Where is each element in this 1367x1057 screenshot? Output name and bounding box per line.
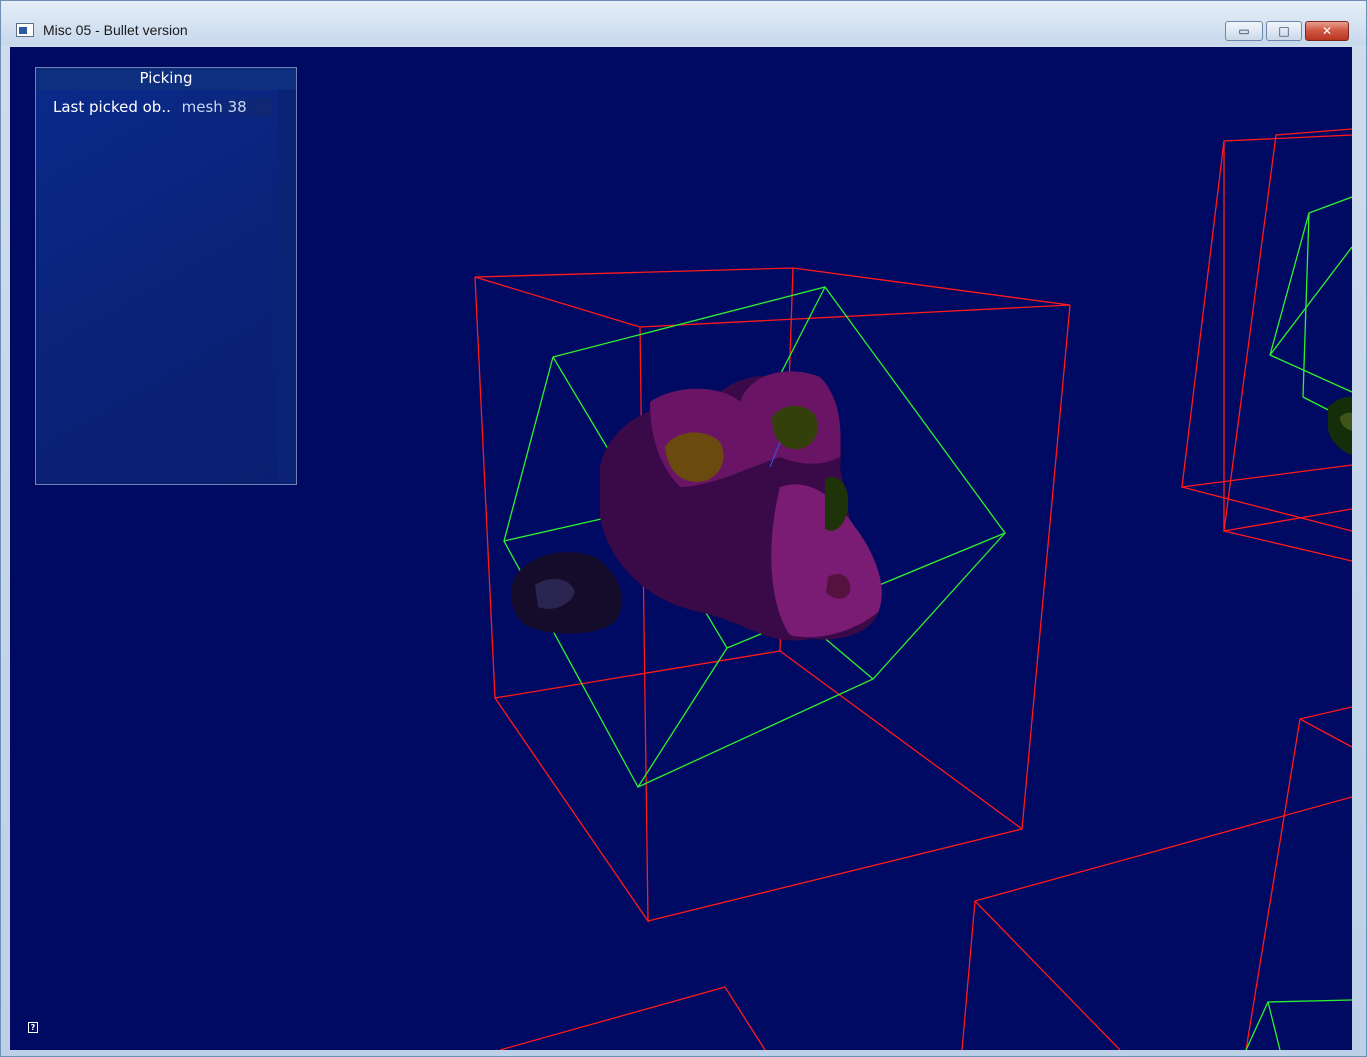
- bottom-right-bbox-edge: [974, 900, 1121, 1050]
- main-bbox-edge: [779, 650, 1023, 830]
- close-icon: ✕: [1321, 24, 1333, 38]
- close-button[interactable]: ✕: [1305, 21, 1349, 41]
- last-picked-label: Last picked ob..: [53, 98, 171, 116]
- mesh-bbox-edge: [503, 516, 611, 542]
- last-picked-value[interactable]: mesh 38: [175, 98, 271, 116]
- far-right-bbox: [1245, 706, 1352, 1050]
- right-bbox-edge: [1181, 486, 1352, 532]
- right-mesh-bbox: [1269, 196, 1352, 393]
- panel-scrollbar[interactable]: [278, 90, 296, 484]
- help-icon[interactable]: ?: [28, 1022, 38, 1033]
- last-picked-row: Last picked ob.. mesh 38: [53, 98, 271, 116]
- picked-mesh[interactable]: [511, 371, 882, 641]
- window-title: Misc 05 - Bullet version: [43, 22, 188, 38]
- bottom-mesh-bbox-edge: [1267, 1001, 1281, 1050]
- 3d-viewport[interactable]: Picking Last picked ob.. mesh 38 ?: [10, 47, 1352, 1050]
- title-bar[interactable]: Misc 05 - Bullet version ▭ □ ✕: [1, 1, 1366, 45]
- app-icon[interactable]: [16, 23, 34, 37]
- minimize-button[interactable]: ▭: [1225, 21, 1263, 41]
- bottom-mesh-bbox: [1245, 999, 1352, 1050]
- right-bbox-edge: [1223, 508, 1352, 532]
- right-mesh-partial: [1328, 396, 1352, 455]
- right-mesh-bbox-edge: [1269, 246, 1352, 356]
- far-right-bbox-edge: [1299, 718, 1352, 748]
- main-bbox-edge: [494, 650, 781, 699]
- picking-panel[interactable]: Picking Last picked ob.. mesh 38: [35, 67, 297, 485]
- maximize-icon: □: [1278, 24, 1290, 38]
- minimize-icon: ▭: [1238, 24, 1250, 38]
- panel-title: Picking: [36, 68, 296, 90]
- maximize-button[interactable]: □: [1266, 21, 1302, 41]
- main-bbox-back: [474, 267, 1071, 328]
- right-bbox-a: [1181, 134, 1352, 488]
- bottom-bbox: [499, 986, 766, 1050]
- app-window: Misc 05 - Bullet version ▭ □ ✕ Picking L…: [0, 0, 1367, 1057]
- bottom-right-bbox: [961, 796, 1352, 1050]
- right-bbox-b: [1223, 128, 1352, 562]
